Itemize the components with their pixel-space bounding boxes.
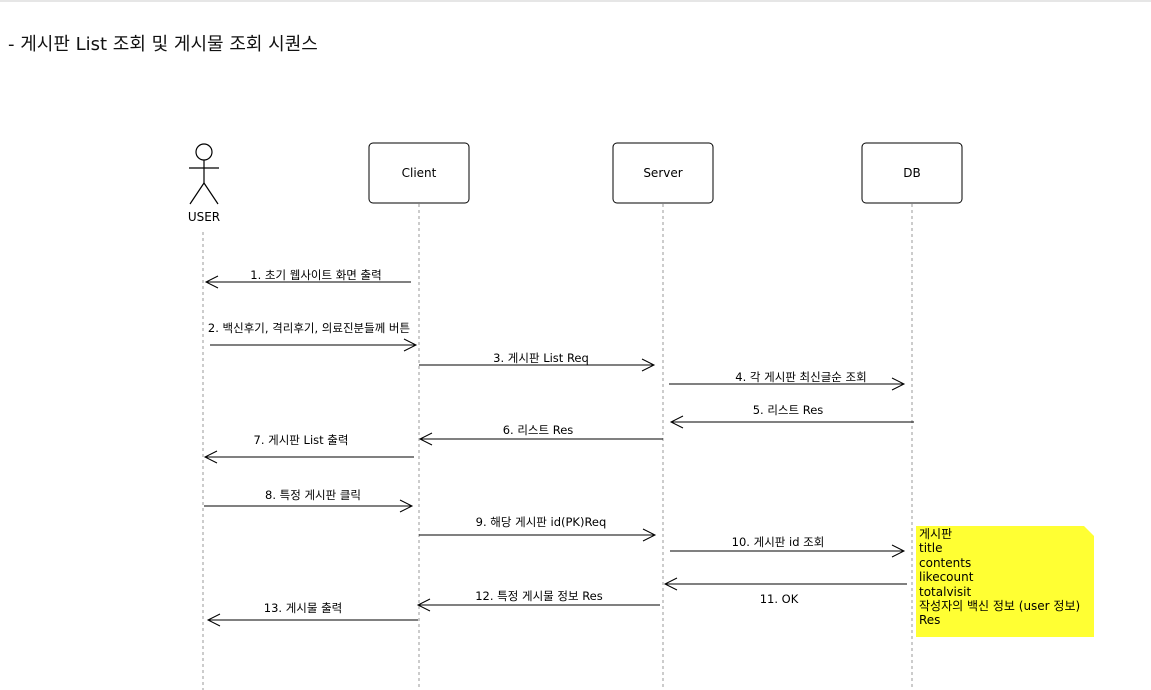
message-5-label: 5. 리스트 Res — [753, 403, 824, 417]
message-1-label: 1. 초기 웹사이트 화면 출력 — [250, 268, 381, 282]
message-6-label: 6. 리스트 Res — [503, 423, 574, 437]
user-actor-label: USER — [188, 210, 220, 224]
message-5[interactable]: 5. 리스트 Res — [669, 403, 914, 429]
db-participant[interactable]: DB — [861, 142, 963, 204]
message-13[interactable]: 13. 게시물 출력 — [206, 601, 418, 627]
db-label: DB — [903, 166, 920, 180]
message-9-label: 9. 해당 게시판 id(PK)Req — [476, 515, 607, 529]
server-participant[interactable]: Server — [612, 142, 714, 204]
sequence-diagram: USER Client Server DB 1. 초기 웹사이트 화면 출력 2… — [188, 142, 1094, 690]
message-13-label: 13. 게시물 출력 — [264, 601, 343, 615]
note-line-1: 게시판 — [919, 527, 952, 541]
user-actor-icon[interactable] — [189, 143, 219, 205]
client-label: Client — [402, 166, 437, 180]
message-2[interactable]: 2. 백신후기, 격리후기, 의료진분들께 버튼 — [208, 321, 418, 352]
message-12[interactable]: 12. 특정 게시물 정보 Res — [416, 589, 660, 612]
message-1[interactable]: 1. 초기 웹사이트 화면 출력 — [204, 268, 411, 289]
note-line-2: title — [919, 541, 942, 555]
message-6[interactable]: 6. 리스트 Res — [418, 423, 663, 446]
message-8-label: 8. 특정 게시판 클릭 — [265, 488, 361, 502]
note-line-5: totalvisit — [919, 585, 971, 599]
note-line-3: contents — [919, 556, 971, 570]
note-line-4: likecount — [919, 570, 974, 584]
message-8[interactable]: 8. 특정 게시판 클릭 — [204, 488, 414, 513]
message-11-label: 11. OK — [760, 592, 799, 606]
message-7-label: 7. 게시판 List 출력 — [254, 433, 349, 447]
message-3-label: 3. 게시판 List Req — [493, 351, 589, 365]
message-9[interactable]: 9. 해당 게시판 id(PK)Req — [419, 515, 657, 542]
note-line-6: 작성자의 백신 정보 (user 정보) — [919, 599, 1080, 613]
message-4-label: 4. 각 게시판 최신글순 조회 — [735, 370, 866, 384]
message-3[interactable]: 3. 게시판 List Req — [419, 351, 656, 372]
message-4[interactable]: 4. 각 게시판 최신글순 조회 — [669, 370, 906, 391]
message-10[interactable]: 10. 게시판 id 조회 — [670, 535, 906, 558]
message-10-label: 10. 게시판 id 조회 — [732, 535, 825, 549]
message-11[interactable]: 11. OK — [663, 577, 907, 606]
response-note[interactable]: 게시판 title contents likecount totalvisit … — [916, 526, 1094, 637]
server-label: Server — [643, 166, 682, 180]
message-12-label: 12. 특정 게시물 정보 Res — [475, 589, 603, 603]
message-7[interactable]: 7. 게시판 List 출력 — [203, 433, 414, 464]
message-2-label: 2. 백신후기, 격리후기, 의료진분들께 버튼 — [208, 321, 410, 335]
note-line-7: Res — [919, 613, 940, 627]
client-participant[interactable]: Client — [368, 142, 470, 204]
